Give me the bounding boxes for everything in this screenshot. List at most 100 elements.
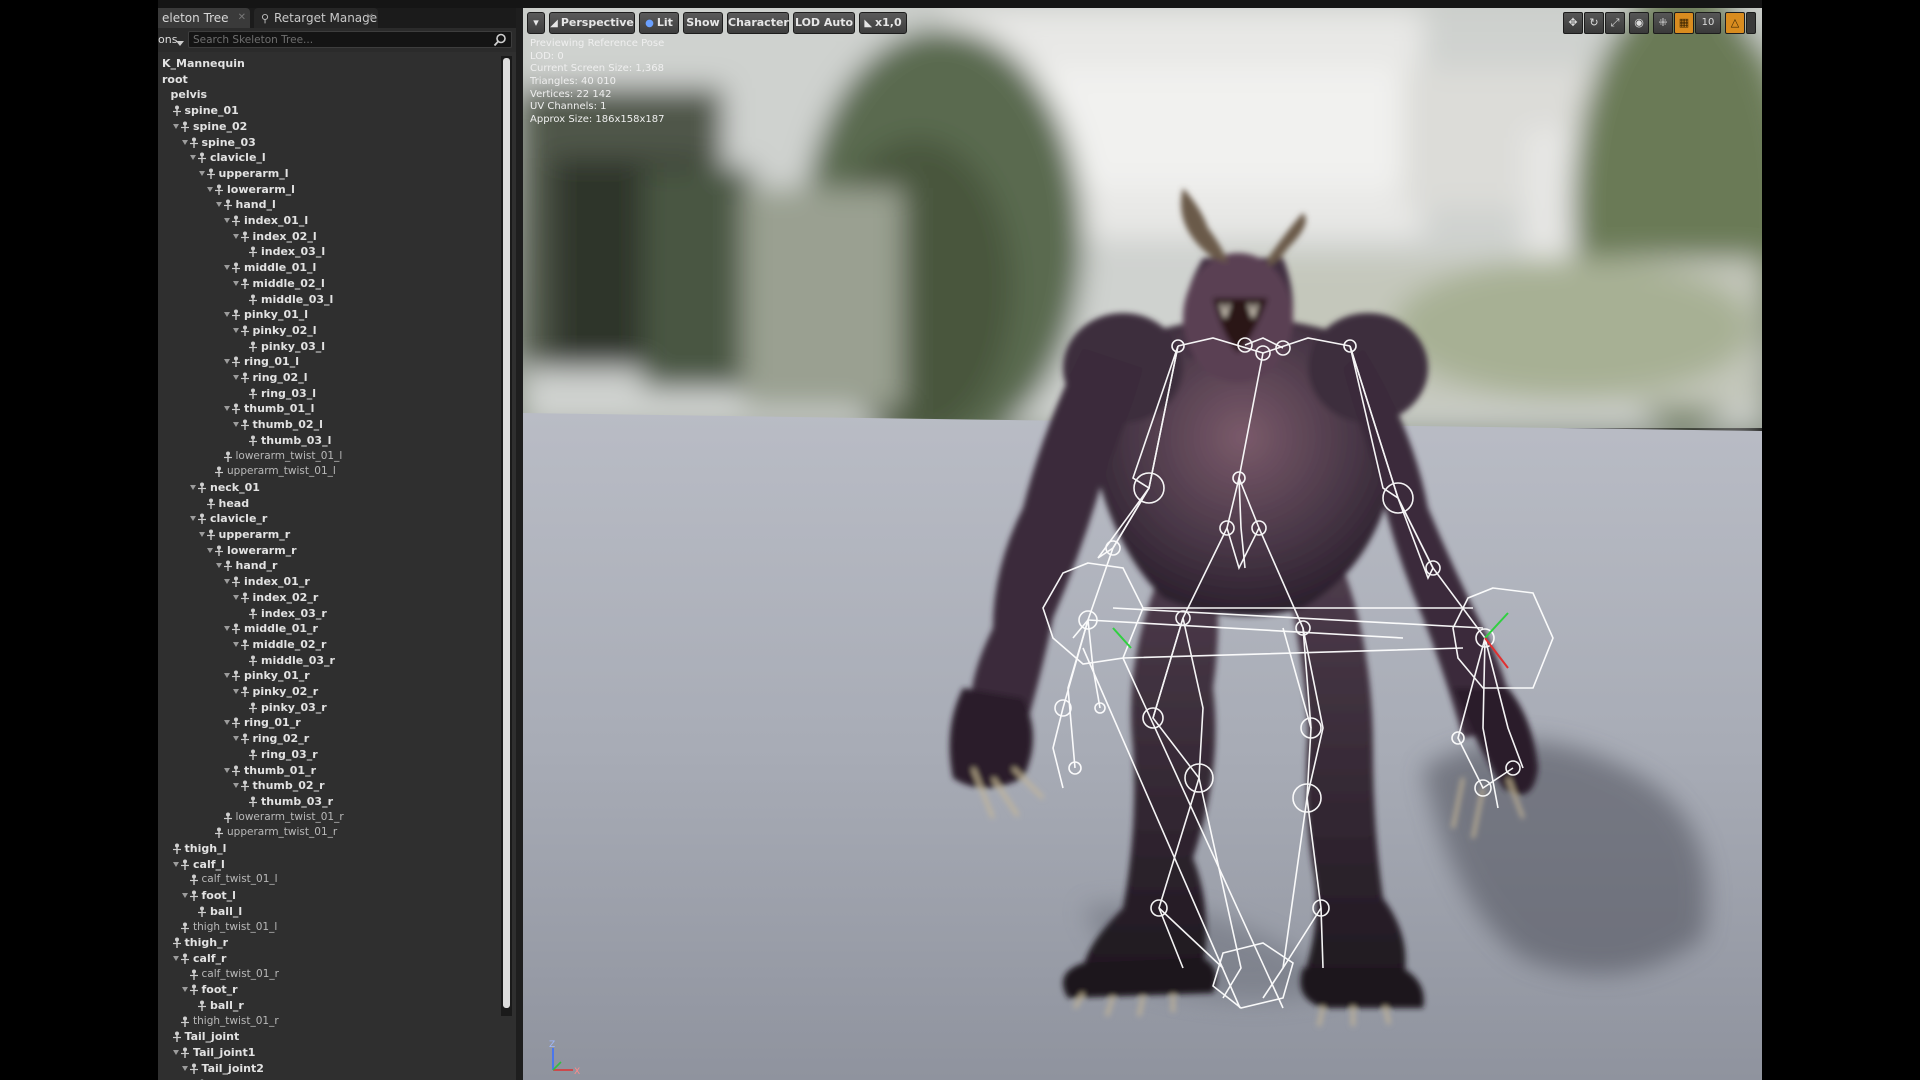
skeleton-search-input[interactable] <box>191 32 485 47</box>
bone-name: ring_02_r <box>252 732 310 746</box>
bone-icon <box>232 215 240 226</box>
viewport-options-button[interactable]: ▾ <box>527 12 545 34</box>
bone-icon <box>232 262 240 274</box>
bone-icon <box>249 796 257 807</box>
bone-name: calf_l <box>193 857 225 871</box>
scale-tool-icon[interactable]: ⤢ <box>1605 12 1625 34</box>
show-button[interactable]: Show <box>683 12 723 34</box>
lod-label: LOD Auto <box>794 16 854 29</box>
bone-name: pinky_02_r <box>252 685 319 698</box>
bone-icon <box>215 545 223 556</box>
bone-name: pelvis <box>170 88 208 102</box>
bone-icon <box>232 356 240 368</box>
bone-icon <box>181 953 189 964</box>
stat-preview-mode: Previewing Reference Pose <box>530 38 665 49</box>
surface-snap-icon[interactable]: ⁜ <box>1653 12 1673 34</box>
options-label: ons <box>158 33 178 46</box>
chevron-down-icon: ▾ <box>533 16 539 29</box>
bone-name: thumb_02_l <box>252 418 323 432</box>
rotation-snap-icon[interactable]: △ <box>1725 12 1745 34</box>
grid-snap-value[interactable]: 10 <box>1695 12 1721 34</box>
bone-name: thigh_twist_01_l <box>193 920 278 933</box>
bone-name: thigh_twist_01_r <box>193 1014 279 1027</box>
stat-approx-size: Approx Size: 186x158x187 <box>530 114 665 126</box>
bone-name: calf_twist_01_l <box>201 873 278 886</box>
bone-icon <box>181 859 189 870</box>
bone-name: pinky_02_l <box>252 323 317 337</box>
tab-skeleton-tree[interactable]: eleton Tree ✕ <box>158 8 250 28</box>
bone-name: middle_01_l <box>244 261 317 275</box>
grid-snap-icon[interactable]: ▦ <box>1674 12 1694 34</box>
bone-name: lowerarm_l <box>227 182 295 196</box>
bone-name: spine_02 <box>193 119 248 133</box>
preview-viewport[interactable]: ▾ ◢ Perspective ● Lit Show Character LOD A… <box>523 8 1762 1080</box>
bone-name: upperarm_l <box>218 166 289 180</box>
bone-icon <box>240 592 249 603</box>
panel-splitter[interactable] <box>516 8 523 1080</box>
toolbar-overflow-icon[interactable] <box>1746 12 1756 34</box>
bone-name: pinky_01_l <box>244 308 309 322</box>
grid-snap-label: 10 <box>1701 17 1715 28</box>
bone-icon <box>249 341 257 352</box>
bone-name: foot_l <box>201 889 236 903</box>
scrollbar-thumb[interactable] <box>503 58 510 1008</box>
translate-tool-icon[interactable]: ✥ <box>1563 12 1583 34</box>
bone-name: middle_02_r <box>252 637 327 651</box>
tree-scrollbar[interactable] <box>501 56 512 1016</box>
bone-icon <box>215 827 223 839</box>
character-button[interactable]: Character <box>727 12 789 34</box>
bone-name: lowerarm_twist_01_l <box>235 449 343 462</box>
bone-icon <box>249 435 257 446</box>
bone-icon <box>223 451 232 462</box>
bone-icon <box>240 419 249 431</box>
bone-name: index_01_l <box>244 214 309 227</box>
bone-name: Tail_joint2 <box>201 1061 264 1075</box>
bone-name: upperarm_r <box>218 528 291 541</box>
bone-icon <box>189 984 198 996</box>
close-icon[interactable]: ✕ <box>238 8 246 28</box>
bone-name: thigh_l <box>184 842 227 855</box>
character-label: Character <box>728 16 789 29</box>
perspective-button[interactable]: ◢ Perspective <box>549 12 635 34</box>
rotate-tool-icon[interactable]: ↻ <box>1584 12 1604 34</box>
panel-tab-bar: eleton Tree ✕ ⚲ Retarget Manager ✕ <box>158 8 516 28</box>
bone-icon <box>198 1000 206 1011</box>
search-icon[interactable] <box>493 33 507 47</box>
bone-name: K_Mannequin <box>162 57 245 70</box>
bone-name: ring_01_r <box>244 716 301 730</box>
bone-icon <box>240 325 249 336</box>
bone-icon <box>240 780 249 792</box>
bone-name: calf_twist_01_r <box>201 967 279 980</box>
bone-icon <box>232 623 240 635</box>
bone-icon <box>249 294 257 305</box>
bone-name: ring_03_l <box>261 386 316 400</box>
scene-render <box>523 8 1762 1080</box>
close-icon[interactable]: ✕ <box>366 8 374 28</box>
bone-icon <box>240 686 249 697</box>
tab-label: Retarget Manager <box>274 11 378 25</box>
bone-name: neck_01 <box>210 480 260 494</box>
playback-speed-button[interactable]: ◣ x1,0 <box>859 12 907 34</box>
viewport-stats-overlay: Previewing Reference Pose LOD: 0 Current… <box>530 38 665 127</box>
bone-name: head <box>218 496 250 510</box>
bone-icon <box>181 922 189 933</box>
tab-label: eleton Tree <box>162 11 229 25</box>
tab-retarget-manager[interactable]: ⚲ Retarget Manager ✕ <box>254 8 378 28</box>
bone-icon <box>232 765 240 776</box>
bone-icon <box>232 403 240 415</box>
bone-icon <box>198 513 206 525</box>
stat-screen-size: Current Screen Size: 1,368 <box>530 63 664 75</box>
world-space-icon[interactable]: ◉ <box>1629 12 1649 34</box>
lod-button[interactable]: LOD Auto <box>793 12 855 34</box>
bone-name: ball_r <box>210 999 244 1012</box>
retarget-icon: ⚲ <box>260 12 270 25</box>
bone-name: pinky_03_r <box>261 700 327 714</box>
options-dropdown[interactable]: ons <box>158 32 186 48</box>
bone-icon <box>189 890 198 902</box>
lit-mode-button[interactable]: ● Lit <box>639 12 679 34</box>
bone-icon <box>240 278 249 289</box>
bone-name: middle_01_r <box>244 622 318 636</box>
speed-icon: ◣ <box>864 18 873 29</box>
bone-name: pinky_03_l <box>261 339 326 353</box>
bone-name: ring_02_l <box>252 371 308 384</box>
